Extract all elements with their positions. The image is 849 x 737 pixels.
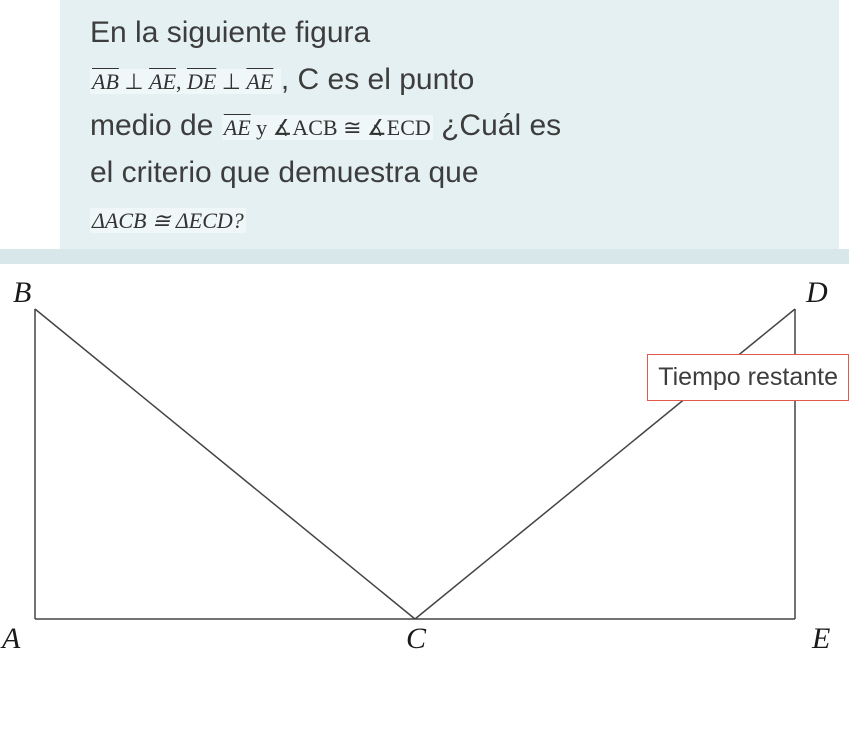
point-label-D: D (806, 276, 828, 310)
time-remaining-box[interactable]: Tiempo restante (647, 354, 849, 401)
condition-perpendicular: AB ⊥ AE, DE ⊥ AE (90, 69, 281, 94)
point-label-A: A (2, 622, 20, 656)
time-remaining-label: Tiempo restante (658, 363, 838, 391)
question-line-3-tail: ¿Cuál es (433, 109, 561, 142)
question-line-3: medio de AE y ∡ACB ≅ ∡ECD ¿Cuál es (90, 103, 809, 150)
section-divider (0, 249, 849, 264)
question-line-5: ΔACB ≅ ΔECD? (90, 196, 809, 243)
point-label-E: E (812, 622, 830, 656)
figure-svg (0, 264, 849, 674)
point-label-C: C (406, 622, 426, 656)
geometry-figure: B D A C E Tiempo restante (0, 264, 849, 674)
question-line-2-tail: , C es el punto (281, 63, 474, 96)
condition-midpoint-angle: AE y ∡ACB ≅ ∡ECD (222, 115, 433, 140)
question-line-2: AB ⊥ AE, DE ⊥ AE , C es el punto (90, 57, 809, 104)
point-label-B: B (13, 276, 31, 310)
segment-BC (35, 309, 415, 619)
question-block: En la siguiente figura AB ⊥ AE, DE ⊥ AE … (60, 0, 839, 249)
condition-question: ΔACB ≅ ΔECD? (90, 208, 246, 233)
question-line-1: En la siguiente figura (90, 10, 809, 57)
question-line-3-lead: medio de (90, 109, 222, 142)
question-line-4: el criterio que demuestra que (90, 150, 809, 197)
